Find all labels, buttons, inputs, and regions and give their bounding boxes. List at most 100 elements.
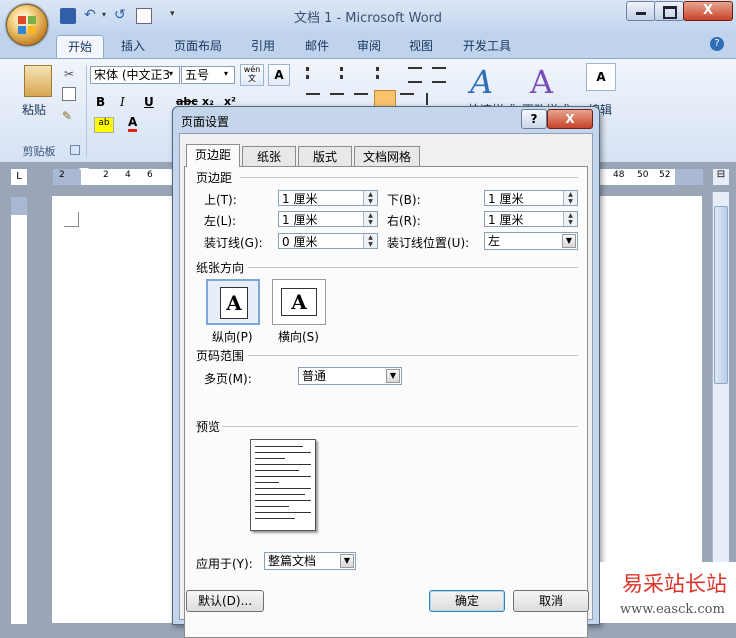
quick-styles-icon[interactable]: A — [470, 63, 493, 101]
right-margin-input[interactable]: 1 厘米 ▲ ▼ — [484, 211, 578, 227]
cut-icon[interactable]: ✂ — [64, 67, 74, 81]
format-painter-icon[interactable]: ✎ — [62, 109, 72, 123]
group-separator — [86, 65, 87, 157]
dialog-help-button[interactable]: ? — [521, 109, 547, 129]
ribbon-tab-insert[interactable]: 插入 — [112, 35, 154, 57]
print-preview-icon[interactable] — [136, 8, 152, 24]
change-styles-icon[interactable]: A — [530, 63, 553, 101]
landscape-button[interactable]: A — [272, 279, 326, 325]
section-divider — [222, 426, 578, 427]
ribbon-tab-mailings[interactable]: 邮件 — [296, 35, 338, 57]
section-divider — [240, 177, 578, 178]
portrait-page-icon: A — [220, 287, 248, 319]
landscape-label[interactable]: 横向(S) — [278, 328, 319, 345]
office-button[interactable] — [6, 4, 48, 46]
portrait-label[interactable]: 纵向(P) — [212, 328, 253, 345]
tab-margins[interactable]: 页边距 — [186, 144, 240, 167]
ribbon-tab-page-layout[interactable]: 页面布局 — [168, 35, 228, 57]
apply-to-select[interactable]: 整篇文档 ▼ — [264, 552, 356, 570]
phonetic-guide-button[interactable]: wén 文 — [240, 64, 264, 86]
section-divider — [248, 267, 578, 268]
page-setup-dialog: 页面设置 ? X 页边距 纸张 版式 文档网格 — [172, 106, 600, 638]
dropdown-arrow-icon: ▼ — [562, 234, 576, 248]
customize-qat-icon[interactable]: ▾ — [170, 9, 175, 19]
copy-icon[interactable] — [62, 87, 76, 101]
minimize-button[interactable] — [626, 1, 656, 21]
ribbon-tab-developer[interactable]: 开发工具 — [454, 35, 520, 57]
gutter-input[interactable]: 0 厘米 ▲ ▼ — [278, 233, 378, 249]
ruler-tick: 2 — [59, 170, 65, 180]
ribbon-tab-review[interactable]: 审阅 — [348, 35, 390, 57]
bottom-margin-label: 下(B): — [387, 193, 421, 207]
redo-icon[interactable]: ↺ — [114, 8, 130, 24]
ribbon-tab-references[interactable]: 引用 — [242, 35, 284, 57]
gutter-position-select[interactable]: 左 ▼ — [484, 232, 578, 250]
spinner-arrows-icon[interactable]: ▲ ▼ — [363, 191, 377, 205]
numbering-icon[interactable] — [340, 67, 357, 79]
pages-section-title: 页码范围 — [196, 349, 245, 363]
preview-section-title: 预览 — [196, 420, 221, 434]
tab-layout[interactable]: 版式 — [298, 146, 352, 167]
line-spacing-icon[interactable] — [426, 93, 442, 105]
vertical-ruler[interactable] — [10, 196, 28, 625]
spinner-arrows-icon[interactable]: ▲ ▼ — [363, 212, 377, 226]
bottom-margin-input[interactable]: 1 厘米 ▲ ▼ — [484, 190, 578, 206]
decrease-indent-icon[interactable] — [408, 67, 422, 83]
spinner-arrows-icon[interactable]: ▲ ▼ — [563, 191, 577, 205]
tab-paper[interactable]: 纸张 — [242, 146, 296, 167]
font-size-combo[interactable]: 五号 ▾ — [181, 66, 235, 84]
increase-indent-icon[interactable] — [432, 67, 446, 83]
watermark-url: www.easck.com — [620, 602, 725, 617]
char-border-button[interactable]: A — [268, 64, 290, 86]
ok-button[interactable]: 确定 — [429, 590, 505, 612]
font-name-combo[interactable]: 宋体 (中文正3 ▾ — [90, 66, 180, 84]
undo-icon[interactable]: ↶ — [84, 8, 100, 24]
clipboard-launcher-icon[interactable] — [70, 145, 80, 155]
cancel-button[interactable]: 取消 — [513, 590, 589, 612]
dialog-title: 页面设置 — [181, 115, 230, 129]
multilevel-list-icon[interactable] — [376, 67, 393, 79]
italic-icon[interactable]: I — [120, 95, 125, 109]
ribbon-tab-view[interactable]: 视图 — [400, 35, 442, 57]
portrait-button[interactable]: A — [206, 279, 260, 325]
maximize-button[interactable] — [654, 1, 684, 21]
multiple-pages-label: 多页(M): — [204, 372, 252, 386]
bullets-icon[interactable] — [306, 67, 323, 79]
highlight-icon[interactable]: ab — [94, 117, 114, 133]
save-icon[interactable] — [60, 8, 76, 24]
right-margin-label: 右(R): — [387, 214, 421, 228]
bold-icon[interactable]: B — [96, 95, 105, 109]
gutter-position-label: 装订线位置(U): — [387, 236, 470, 250]
spinner-arrows-icon[interactable]: ▲ ▼ — [563, 212, 577, 226]
find-icon[interactable]: A — [586, 63, 616, 91]
paste-icon[interactable] — [24, 65, 52, 97]
ruler-tick: 52 — [659, 170, 671, 180]
default-button[interactable]: 默认(D)... — [186, 590, 264, 612]
tab-selector-icon[interactable]: L — [10, 168, 28, 186]
dropdown-arrow-icon: ▼ — [386, 369, 400, 383]
paste-label[interactable]: 粘贴 — [22, 101, 46, 118]
view-ruler-icon[interactable]: ⊟ — [712, 168, 730, 186]
apply-to-label: 应用于(Y): — [196, 557, 253, 571]
first-line-indent-marker[interactable] — [79, 168, 89, 174]
underline-icon[interactable]: U — [144, 95, 154, 109]
tab-document-grid[interactable]: 文档网格 — [354, 146, 420, 167]
office-logo-icon — [18, 16, 36, 34]
scrollbar-thumb[interactable] — [714, 206, 728, 384]
orientation-section-title: 纸张方向 — [196, 261, 245, 275]
landscape-page-icon: A — [281, 288, 317, 316]
top-margin-input[interactable]: 1 厘米 ▲ ▼ — [278, 190, 378, 206]
chevron-down-icon: ▾ — [223, 69, 228, 78]
spinner-arrows-icon[interactable]: ▲ ▼ — [363, 234, 377, 248]
left-margin-input[interactable]: 1 厘米 ▲ ▼ — [278, 211, 378, 227]
ruler-tick: 48 — [613, 170, 625, 180]
clipboard-group-label: 剪贴板 — [22, 145, 56, 158]
close-window-button[interactable]: X — [683, 1, 733, 21]
dialog-close-button[interactable]: X — [547, 109, 593, 129]
font-color-icon[interactable]: A — [128, 115, 138, 132]
help-icon[interactable]: ? — [710, 37, 724, 51]
undo-dropdown-icon[interactable]: ▾ — [102, 10, 106, 19]
multiple-pages-select[interactable]: 普通 ▼ — [298, 367, 402, 385]
ribbon-tab-home[interactable]: 开始 — [56, 35, 104, 58]
ruler-margin-left — [53, 169, 81, 185]
